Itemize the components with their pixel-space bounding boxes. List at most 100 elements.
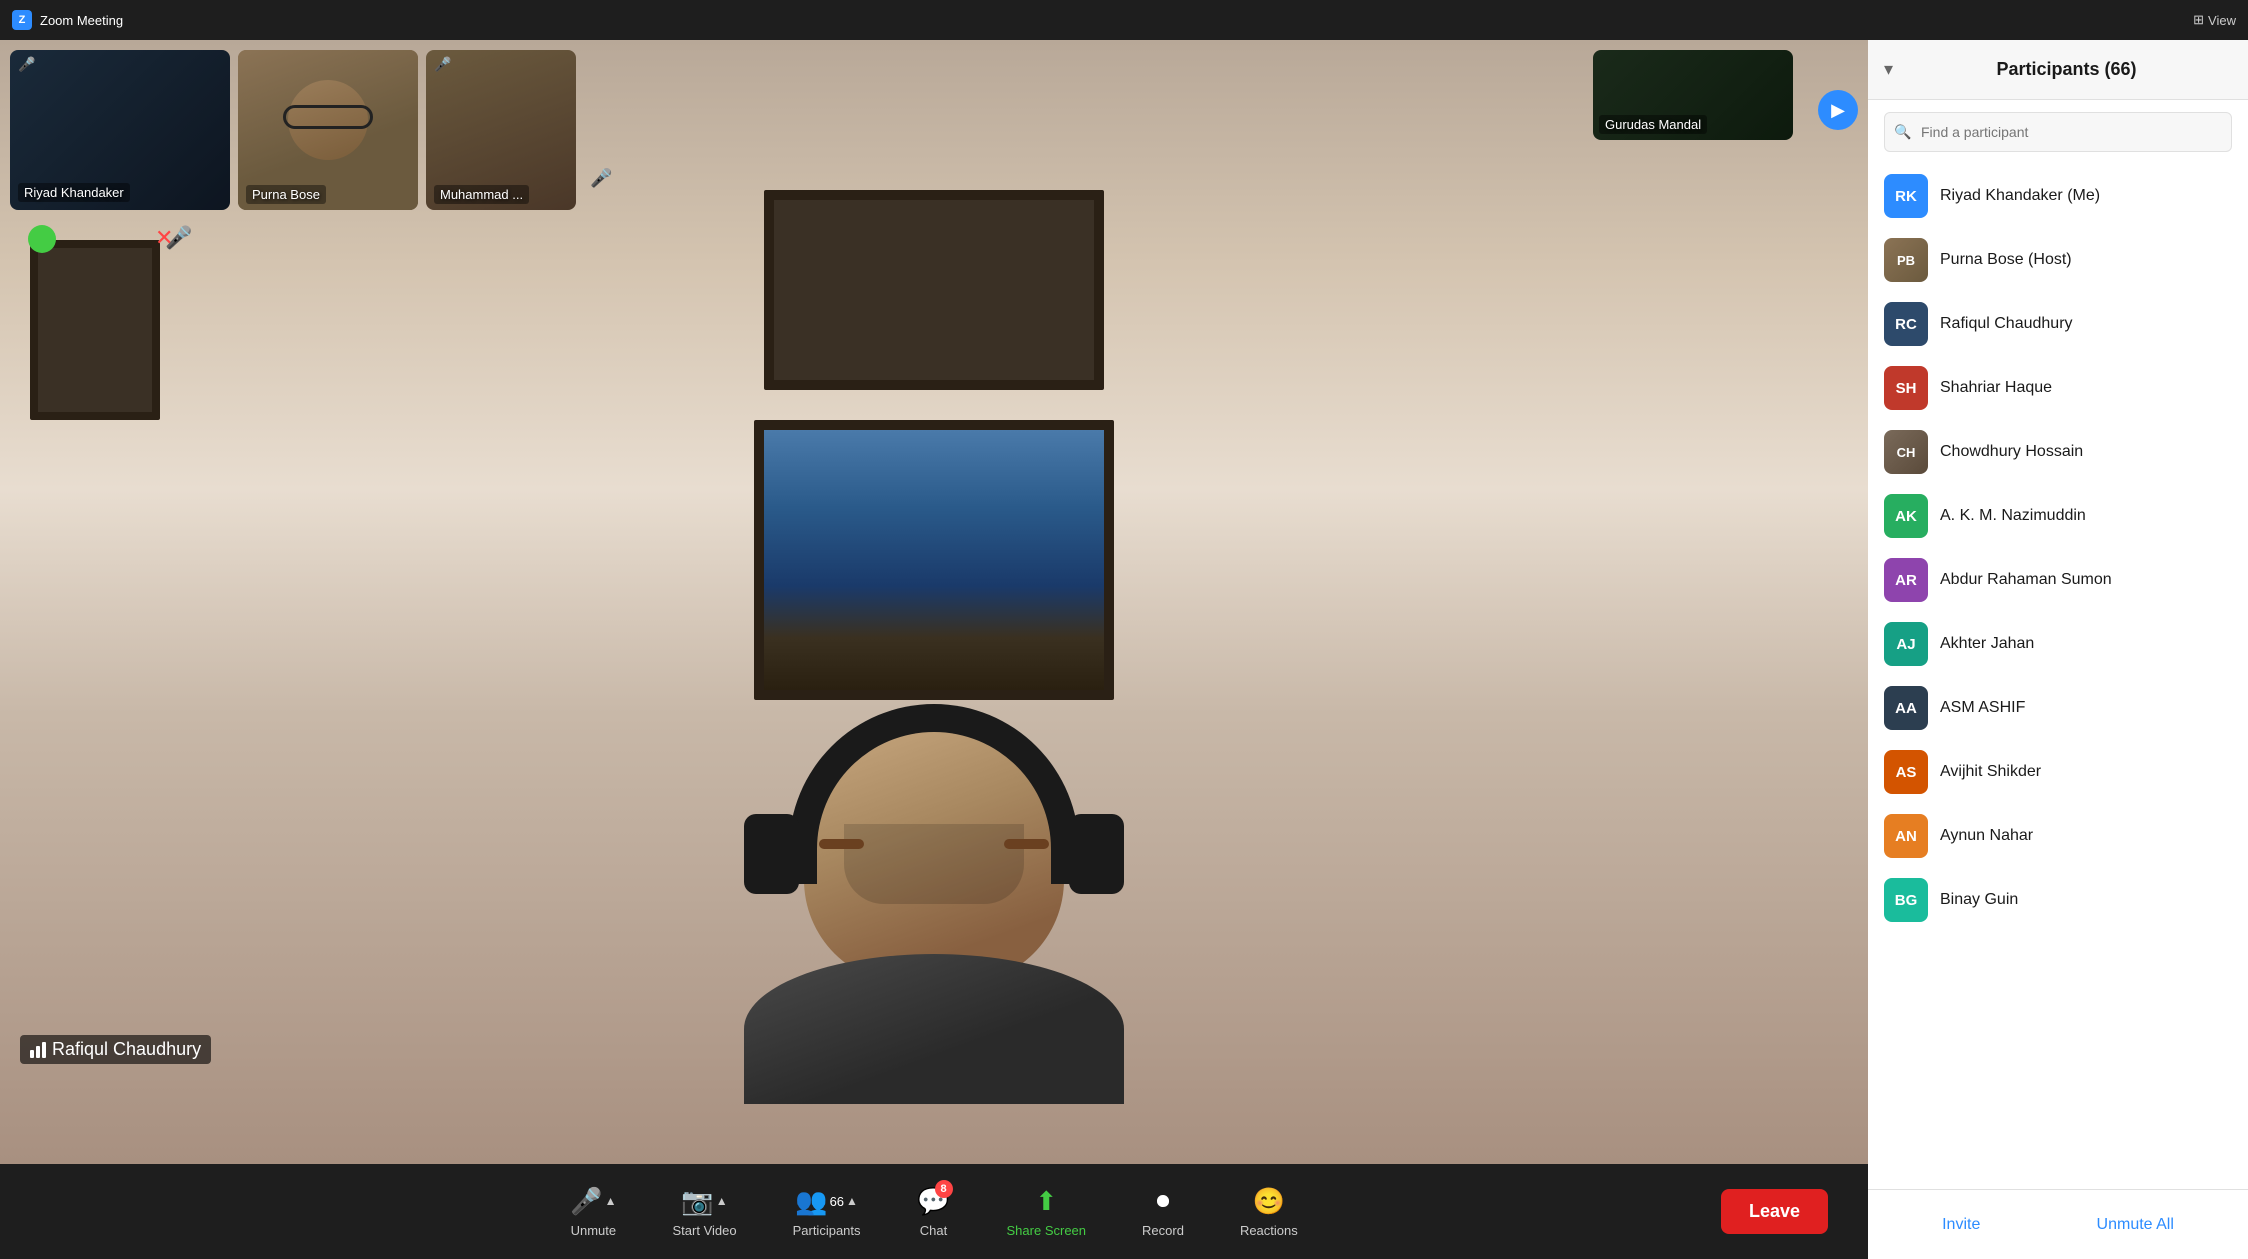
video-arrow[interactable]: ▲ bbox=[716, 1194, 728, 1208]
share-screen-icon: ⬆ bbox=[1035, 1186, 1057, 1217]
participant-name: A. K. M. Nazimuddin bbox=[1940, 507, 2232, 525]
avatar: CH bbox=[1884, 430, 1928, 474]
video-controls: 📷 ▲ bbox=[681, 1186, 727, 1217]
thumbnails-bar: 🎤 Riyad Khandaker Purna Bose bbox=[0, 40, 1868, 220]
connection-status-indicator bbox=[28, 225, 56, 253]
participant-name: Aynun Nahar bbox=[1940, 827, 2232, 845]
purna-label: Purna Bose bbox=[246, 185, 326, 204]
next-participants-arrow[interactable]: ▶ bbox=[1818, 90, 1858, 130]
list-item[interactable]: AN Aynun Nahar bbox=[1876, 804, 2240, 868]
microphone-off-icon: 🎤 bbox=[570, 1186, 602, 1217]
list-item[interactable]: AS Avijhit Shikder bbox=[1876, 740, 2240, 804]
muhammad-mute-icon: 🎤 bbox=[434, 56, 451, 73]
search-icon: 🔍 bbox=[1894, 124, 1911, 141]
participant-name: Riyad Khandaker (Me) bbox=[1940, 187, 2232, 205]
list-item[interactable]: CH Chowdhury Hossain bbox=[1876, 420, 2240, 484]
chat-badge: 8 bbox=[935, 1180, 953, 1198]
video-button[interactable]: 📷 ▲ Start Video bbox=[645, 1178, 765, 1246]
toolbar: 🎤 ▲ Unmute 📷 ▲ Start Video 👥 66 ▲ bbox=[0, 1164, 1868, 1259]
record-icon: ⏺ bbox=[1156, 1185, 1169, 1217]
list-item[interactable]: BG Binay Guin bbox=[1876, 868, 2240, 932]
list-item[interactable]: RK Riyad Khandaker (Me) bbox=[1876, 164, 2240, 228]
chat-label: Chat bbox=[920, 1223, 947, 1238]
riyad-mute-icon: 🎤 bbox=[18, 56, 35, 73]
list-item[interactable]: RC Rafiqul Chaudhury bbox=[1876, 292, 2240, 356]
avatar: AR bbox=[1884, 558, 1928, 602]
video-area: 🎤 ✕ 🎤 Rafiqul Chaudhury 🎤 Riyad Khandake… bbox=[0, 40, 1868, 1259]
camera-off-icon: 📷 bbox=[681, 1186, 713, 1217]
riyad-label: Riyad Khandaker bbox=[18, 183, 130, 202]
panel-collapse-button[interactable]: ▾ bbox=[1884, 59, 1893, 80]
participant-name: Avijhit Shikder bbox=[1940, 763, 2232, 781]
avatar: AS bbox=[1884, 750, 1928, 794]
share-screen-button[interactable]: ⬆ Share Screen bbox=[979, 1178, 1115, 1246]
list-item[interactable]: PB Purna Bose (Host) bbox=[1876, 228, 2240, 292]
participant-search-input[interactable] bbox=[1884, 112, 2232, 152]
main-layout: 🎤 ✕ 🎤 Rafiqul Chaudhury 🎤 Riyad Khandake… bbox=[0, 40, 2248, 1259]
avatar: RK bbox=[1884, 174, 1928, 218]
wall-frame-left bbox=[30, 240, 160, 420]
chat-button[interactable]: 💬 8 Chat bbox=[889, 1178, 979, 1246]
avatar: AJ bbox=[1884, 622, 1928, 666]
wall-frame-top-center bbox=[764, 190, 1104, 390]
participant-name: Akhter Jahan bbox=[1940, 635, 2232, 653]
thumbnail-gurudas[interactable]: Gurudas Mandal bbox=[1593, 50, 1793, 140]
avatar: PB bbox=[1884, 238, 1928, 282]
signal-bar-2 bbox=[36, 1046, 40, 1058]
list-item[interactable]: AK A. K. M. Nazimuddin bbox=[1876, 484, 2240, 548]
record-button[interactable]: ⏺ Record bbox=[1114, 1177, 1212, 1246]
share-screen-label: Share Screen bbox=[1007, 1223, 1087, 1238]
thumbnail-riyad[interactable]: 🎤 Riyad Khandaker bbox=[10, 50, 230, 210]
participant-name: ASM ASHIF bbox=[1940, 699, 2232, 717]
unmute-all-button[interactable]: Unmute All bbox=[2097, 1216, 2174, 1234]
gurudas-label: Gurudas Mandal bbox=[1599, 115, 1707, 134]
view-button[interactable]: ⊞ View bbox=[2193, 12, 2236, 28]
list-item[interactable]: AJ Akhter Jahan bbox=[1876, 612, 2240, 676]
title-bar: Z Zoom Meeting ⊞ View bbox=[0, 0, 2248, 40]
current-speaker-label: Rafiqul Chaudhury bbox=[20, 1035, 211, 1064]
participant-name: Purna Bose (Host) bbox=[1940, 251, 2232, 269]
main-participant-video bbox=[614, 684, 1254, 1164]
participant-name: Rafiqul Chaudhury bbox=[1940, 315, 2232, 333]
record-label: Record bbox=[1142, 1223, 1184, 1238]
video-label: Start Video bbox=[673, 1223, 737, 1238]
participant-list: RK Riyad Khandaker (Me) PB Purna Bose (H… bbox=[1868, 164, 2248, 1189]
speaker-name: Rafiqul Chaudhury bbox=[52, 1039, 201, 1060]
avatar: AA bbox=[1884, 686, 1928, 730]
participant-name: Abdur Rahaman Sumon bbox=[1940, 571, 2232, 589]
reactions-button[interactable]: 😊 Reactions bbox=[1212, 1178, 1326, 1246]
grid-icon: ⊞ bbox=[2193, 12, 2204, 28]
invite-button[interactable]: Invite bbox=[1942, 1216, 1980, 1234]
purna-name-tag: Purna Bose bbox=[246, 186, 326, 204]
mute-button[interactable]: 🎤 ▲ Unmute bbox=[542, 1178, 644, 1246]
participant-name: Shahriar Haque bbox=[1940, 379, 2232, 397]
reactions-icon: 😊 bbox=[1253, 1186, 1285, 1217]
main-mute-slash: ✕ bbox=[155, 225, 173, 251]
list-item[interactable]: SH Shahriar Haque bbox=[1876, 356, 2240, 420]
avatar: SH bbox=[1884, 366, 1928, 410]
panel-title: Participants (66) bbox=[1901, 59, 2232, 80]
participants-arrow[interactable]: ▲ bbox=[846, 1194, 858, 1208]
participants-panel: ▾ Participants (66) 🔍 RK Riyad Khandaker… bbox=[1868, 40, 2248, 1259]
gurudas-mute-icon: 🎤 bbox=[590, 168, 612, 189]
avatar: AN bbox=[1884, 814, 1928, 858]
muhammad-name-tag: Muhammad ... bbox=[434, 186, 529, 204]
participants-icon: 👥 bbox=[795, 1186, 827, 1217]
thumbnail-purna[interactable]: Purna Bose bbox=[238, 50, 418, 210]
participant-name: Chowdhury Hossain bbox=[1940, 443, 2232, 461]
muhammad-label: Muhammad ... bbox=[434, 185, 529, 204]
participants-controls: 👥 66 ▲ bbox=[795, 1186, 858, 1217]
participants-button[interactable]: 👥 66 ▲ Participants bbox=[765, 1178, 889, 1246]
panel-header: ▾ Participants (66) bbox=[1868, 40, 2248, 100]
mute-arrow[interactable]: ▲ bbox=[605, 1194, 617, 1208]
list-item[interactable]: AA ASM ASHIF bbox=[1876, 676, 2240, 740]
thumbnail-muhammad[interactable]: 🎤 Muhammad ... bbox=[426, 50, 576, 210]
leave-button[interactable]: Leave bbox=[1721, 1189, 1828, 1234]
mute-label: Unmute bbox=[571, 1223, 617, 1238]
avatar: BG bbox=[1884, 878, 1928, 922]
list-item[interactable]: AR Abdur Rahaman Sumon bbox=[1876, 548, 2240, 612]
window-title: Zoom Meeting bbox=[40, 13, 123, 28]
participants-label: Participants bbox=[793, 1223, 861, 1238]
mute-controls: 🎤 ▲ bbox=[570, 1186, 616, 1217]
participants-count: 66 bbox=[830, 1194, 844, 1209]
